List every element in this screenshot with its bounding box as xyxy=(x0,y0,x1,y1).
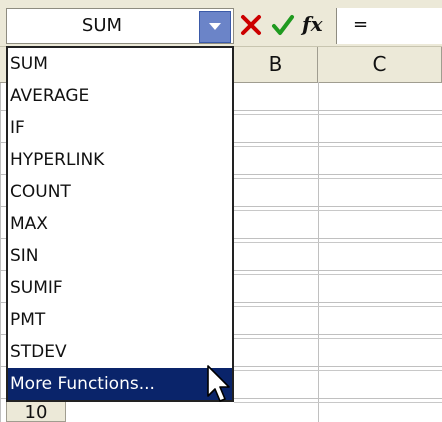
name-box-value: SUM xyxy=(81,15,123,36)
column-divider xyxy=(318,82,319,422)
function-item-max[interactable]: MAX xyxy=(8,208,232,240)
function-item-sin[interactable]: SIN xyxy=(8,240,232,272)
formula-text: = xyxy=(353,14,369,35)
column-header-b[interactable]: B xyxy=(234,46,318,82)
row-divider xyxy=(234,210,442,211)
function-item-count[interactable]: COUNT xyxy=(8,176,232,208)
row-divider xyxy=(234,338,442,339)
column-header-c[interactable]: C xyxy=(318,46,442,82)
formula-input[interactable]: = xyxy=(336,8,442,44)
row-divider xyxy=(234,146,442,147)
function-item-sumif[interactable]: SUMIF xyxy=(8,272,232,304)
row-divider xyxy=(234,114,442,115)
function-dropdown-list: SUM AVERAGE IF HYPERLINK COUNT MAX SIN S… xyxy=(6,46,234,402)
function-item-hyperlink[interactable]: HYPERLINK xyxy=(8,144,232,176)
more-functions-item[interactable]: More Functions... xyxy=(8,368,232,400)
row-divider xyxy=(234,274,442,275)
formula-bar: SUM fx = xyxy=(0,0,442,47)
function-item-if[interactable]: IF xyxy=(8,112,232,144)
function-item-average[interactable]: AVERAGE xyxy=(8,80,232,112)
function-item-sum[interactable]: SUM xyxy=(8,48,232,80)
spreadsheet-window: B C 10 SUM fx = SUM AVERAGE IF HYPERLINK… xyxy=(0,0,442,422)
row-divider xyxy=(234,178,442,179)
name-box-dropdown-button[interactable] xyxy=(199,11,231,43)
checkmark-icon[interactable] xyxy=(270,12,296,38)
cancel-x-icon[interactable] xyxy=(238,12,264,38)
chevron-down-icon xyxy=(209,23,221,30)
insert-function-icon[interactable]: fx xyxy=(302,10,323,38)
row-divider xyxy=(234,402,442,403)
function-item-stdev[interactable]: STDEV xyxy=(8,336,232,368)
mouse-pointer-icon xyxy=(207,365,230,402)
row-divider xyxy=(234,370,442,371)
row-divider xyxy=(234,242,442,243)
function-item-pmt[interactable]: PMT xyxy=(8,304,232,336)
row-divider xyxy=(234,306,442,307)
